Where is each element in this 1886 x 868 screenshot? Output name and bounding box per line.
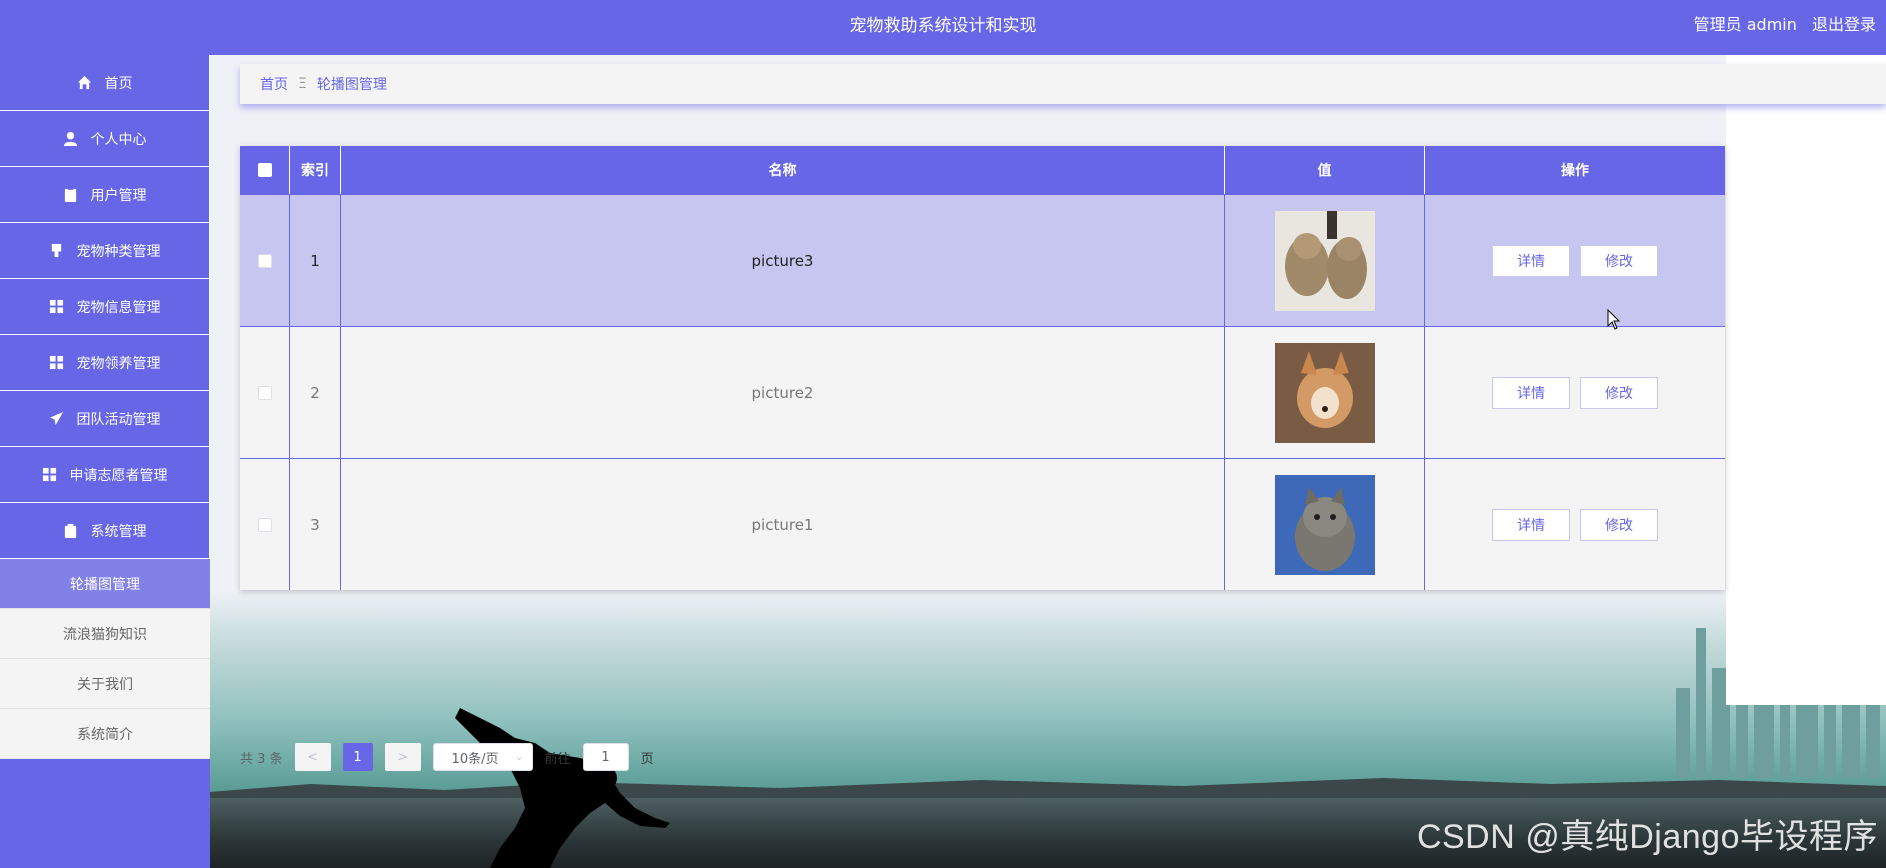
breadcrumb-home[interactable]: 首页 bbox=[260, 74, 288, 94]
grid-icon bbox=[49, 299, 65, 315]
sidebar-item-label: 系统管理 bbox=[90, 523, 147, 540]
sidebar-item-user-management[interactable]: 用户管理 bbox=[0, 167, 210, 223]
sidebar-sub-system-intro[interactable]: 系统简介 bbox=[0, 709, 210, 759]
sidebar-item-label: 首页 bbox=[104, 75, 133, 92]
carousel-table: 索引 名称 值 操作 1 picture3 详情 修改 2 picture2 详… bbox=[240, 146, 1725, 590]
sidebar: 首页 个人中心 用户管理 宠物种类管理 宠物信息管理 宠物领养管理 团队活动管理… bbox=[0, 55, 210, 868]
sidebar-sub-about-us[interactable]: 关于我们 bbox=[0, 659, 210, 709]
page-suffix: 页 bbox=[640, 751, 654, 767]
edit-button[interactable]: 修改 bbox=[1580, 244, 1658, 277]
runner-silhouette bbox=[455, 708, 670, 868]
top-header: 宠物救助系统设计和实现 管理员 admin 退出登录 bbox=[0, 0, 1886, 55]
sidebar-item-label: 团队活动管理 bbox=[76, 411, 161, 428]
row-index: 3 bbox=[290, 459, 341, 590]
watermark-text: CSDN @真纯Django毕设程序 bbox=[1416, 818, 1878, 856]
header-name: 名称 bbox=[341, 146, 1225, 194]
sidebar-sub-stray-knowledge[interactable]: 流浪猫狗知识 bbox=[0, 609, 210, 659]
sidebar-item-pet-adoption[interactable]: 宠物领养管理 bbox=[0, 335, 210, 391]
sidebar-item-label: 用户管理 bbox=[90, 187, 147, 204]
home-icon bbox=[77, 75, 93, 91]
sidebar-item-pet-category[interactable]: 宠物种类管理 bbox=[0, 223, 210, 279]
row-checkbox[interactable] bbox=[257, 385, 272, 400]
briefcase-icon bbox=[63, 523, 79, 539]
row-checkbox[interactable] bbox=[257, 253, 272, 268]
sidebar-item-label: 宠物领养管理 bbox=[76, 355, 161, 372]
goto-page-input[interactable]: 1 bbox=[582, 743, 629, 771]
header-index: 索引 bbox=[290, 146, 341, 194]
sidebar-item-label: 个人中心 bbox=[90, 131, 147, 148]
right-white-panel bbox=[1726, 55, 1886, 705]
header-value: 值 bbox=[1225, 146, 1425, 194]
detail-button[interactable]: 详情 bbox=[1492, 508, 1570, 541]
corgi-puppy-photo bbox=[1274, 342, 1375, 443]
page-size-select[interactable]: 10条/页 ⌄ bbox=[432, 743, 533, 771]
row-checkbox[interactable] bbox=[257, 517, 272, 532]
breadcrumb-current: 轮播图管理 bbox=[316, 77, 387, 93]
detail-button[interactable]: 详情 bbox=[1492, 244, 1570, 277]
sidebar-item-volunteer[interactable]: 申请志愿者管理 bbox=[0, 447, 210, 503]
two-kittens-photo bbox=[1274, 210, 1375, 311]
logout-link[interactable]: 退出登录 bbox=[1812, 15, 1876, 34]
breadcrumb: 首页 Ξ 轮播图管理 bbox=[240, 64, 1886, 104]
pagination: 共 3 条 < 1 > 10条/页 ⌄ 前往 1 页 bbox=[240, 743, 666, 771]
breadcrumb-separator: Ξ bbox=[298, 76, 307, 92]
edit-button[interactable]: 修改 bbox=[1580, 376, 1658, 409]
sidebar-item-system[interactable]: 系统管理 bbox=[0, 503, 210, 559]
grey-cat-photo bbox=[1274, 474, 1375, 575]
detail-button[interactable]: 详情 bbox=[1492, 376, 1570, 409]
table-row[interactable]: 2 picture2 详情 修改 bbox=[240, 326, 1725, 458]
sidebar-item-label: 宠物信息管理 bbox=[76, 299, 161, 316]
sidebar-sub-carousel[interactable]: 轮播图管理 bbox=[0, 559, 210, 609]
total-count: 共 3 条 bbox=[240, 751, 283, 767]
row-index: 1 bbox=[290, 195, 341, 326]
sidebar-item-home[interactable]: 首页 bbox=[0, 55, 210, 111]
edit-button[interactable]: 修改 bbox=[1580, 508, 1658, 541]
table-row[interactable]: 1 picture3 详情 修改 bbox=[240, 194, 1725, 326]
sidebar-item-pet-info[interactable]: 宠物信息管理 bbox=[0, 279, 210, 335]
select-all-checkbox[interactable] bbox=[257, 163, 272, 177]
mouse-cursor-icon bbox=[1607, 309, 1621, 330]
goto-label: 前往 bbox=[544, 751, 571, 767]
page-size-value: 10条/页 bbox=[451, 751, 499, 767]
table-row[interactable]: 3 picture1 详情 修改 bbox=[240, 458, 1725, 590]
brush-icon bbox=[49, 243, 65, 259]
row-name: picture2 bbox=[341, 327, 1225, 458]
table-header: 索引 名称 值 操作 bbox=[240, 146, 1725, 194]
row-name: picture3 bbox=[341, 195, 1225, 326]
next-page-button[interactable]: > bbox=[384, 743, 421, 771]
chevron-down-icon: ⌄ bbox=[515, 751, 524, 763]
sidebar-item-team-activity[interactable]: 团队活动管理 bbox=[0, 391, 210, 447]
page-number-1[interactable]: 1 bbox=[342, 743, 373, 771]
user-label: 管理员 admin bbox=[1693, 15, 1797, 34]
header-actions: 操作 bbox=[1561, 163, 1589, 179]
user-icon bbox=[63, 131, 79, 147]
prev-page-button[interactable]: < bbox=[294, 743, 331, 771]
grid-icon bbox=[49, 355, 65, 371]
paper-plane-icon bbox=[49, 411, 65, 427]
app-title: 宠物救助系统设计和实现 bbox=[849, 16, 1037, 36]
user-area: 管理员 admin 退出登录 bbox=[1694, 0, 1886, 55]
sidebar-item-label: 申请志愿者管理 bbox=[69, 467, 168, 484]
sidebar-item-personal-center[interactable]: 个人中心 bbox=[0, 111, 210, 167]
grid-icon bbox=[42, 467, 58, 483]
sidebar-item-label: 宠物种类管理 bbox=[76, 243, 161, 260]
row-index: 2 bbox=[290, 327, 341, 458]
clipboard-icon bbox=[63, 187, 79, 203]
row-name: picture1 bbox=[341, 459, 1225, 590]
